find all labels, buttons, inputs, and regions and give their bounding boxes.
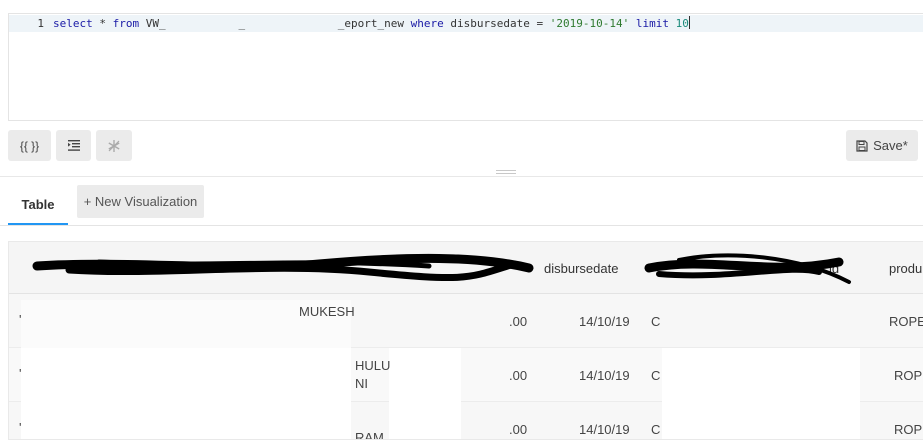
tab-table-label: Table [21, 196, 55, 212]
cell-amount: .00 [509, 368, 528, 383]
table-row: ' RAM .00 14/10/19 C ROPE [9, 402, 923, 440]
cell-amount: .00 [509, 422, 528, 437]
format-query-label: {{ }} [19, 138, 40, 153]
redaction-scribble [32, 253, 851, 284]
floppy-disk-icon [856, 139, 868, 152]
redacted-area [662, 402, 860, 439]
cell-first: ' [19, 312, 22, 327]
keyword-where: where [410, 17, 444, 30]
keyword-limit: limit [629, 17, 676, 30]
save-button-label: Save* [873, 138, 908, 153]
cell-code: C [651, 422, 661, 437]
query-star: * [92, 17, 113, 30]
autocomplete-toggle-button[interactable] [96, 130, 132, 161]
cell-product: ROPE [894, 422, 923, 437]
cell-product: ROPE [889, 314, 923, 329]
cell-disbursedate: 14/10/19 [579, 422, 630, 437]
cell-disbursedate: 14/10/19 [579, 314, 630, 329]
tab-table[interactable]: Table [8, 185, 68, 225]
keyword-select: select [53, 17, 93, 30]
cell-amount: .00 [509, 314, 528, 329]
cell-name-line1: HULU [355, 358, 391, 373]
cell-name: RAM [355, 430, 384, 440]
redacted-area [21, 402, 351, 439]
cell-name-line2: NI [355, 376, 368, 391]
editor-divider [0, 176, 923, 177]
results-table: disbursedate id produ ' MUKESH .00 14/10… [8, 241, 923, 440]
resize-handle[interactable] [496, 170, 516, 175]
redacted-area [21, 348, 351, 402]
cell-product: ROPE [894, 368, 923, 383]
editor-active-line: 1 select * from VW_ _ _eport_new where d… [9, 15, 923, 32]
query-text[interactable]: select * from VW_ _ _eport_new where dis… [53, 15, 690, 32]
keyword-from: from [112, 17, 140, 30]
new-visualization-button[interactable]: + New Visualization [77, 185, 204, 218]
query-date-string: '2019-10-14' [549, 17, 630, 30]
redacted-area [662, 348, 860, 402]
cell-first: ' [19, 420, 22, 435]
autocomplete-icon [108, 139, 120, 152]
table-row: ' HULU NI .00 14/10/19 C ROPE [9, 348, 923, 402]
cell-name: MUKESH [299, 304, 355, 319]
tabs-divider [0, 225, 923, 226]
query-table-name: VW_ _ _eport_new [139, 17, 411, 30]
indent-button[interactable] [56, 130, 91, 161]
redacted-area [389, 348, 461, 402]
query-column: disbursedate = [443, 17, 550, 30]
new-visualization-label: + New Visualization [83, 194, 198, 209]
cell-first: ' [19, 366, 22, 381]
query-limit-value: 10 [675, 17, 689, 30]
cell-disbursedate: 14/10/19 [579, 368, 630, 383]
cell-code: C [651, 368, 661, 383]
redacted-area [389, 402, 461, 439]
format-query-button[interactable]: {{ }} [8, 130, 51, 161]
line-number: 1 [37, 17, 44, 30]
indent-icon [67, 140, 80, 151]
cell-code: C [651, 314, 661, 329]
query-editor[interactable]: 1 select * from VW_ _ _eport_new where d… [8, 13, 923, 121]
save-button[interactable]: Save* [846, 130, 918, 161]
table-row: ' MUKESH .00 14/10/19 C ROPE [9, 294, 923, 348]
text-cursor [688, 16, 690, 29]
